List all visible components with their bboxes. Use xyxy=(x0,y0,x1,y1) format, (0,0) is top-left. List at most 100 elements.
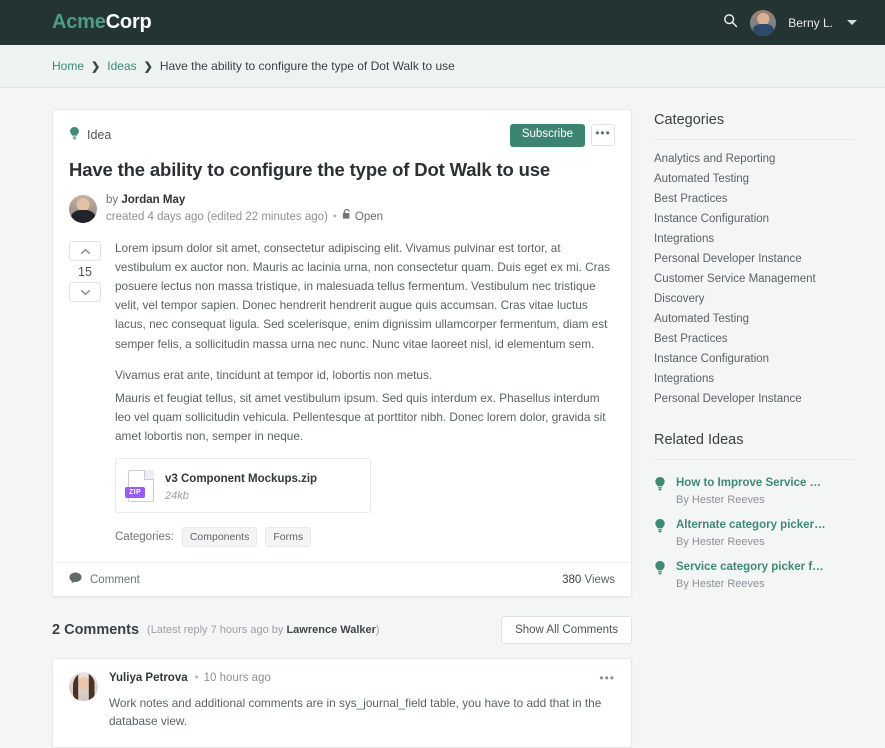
attachment-item[interactable]: ZIP v3 Component Mockups.zip 24kb xyxy=(115,458,371,514)
comment-separator: • xyxy=(194,672,199,685)
sidebar-item-category[interactable]: Integrations xyxy=(654,229,854,249)
subscribe-button[interactable]: Subscribe xyxy=(509,124,585,147)
status-label: Open xyxy=(354,210,384,223)
search-icon[interactable] xyxy=(723,13,738,33)
idea-paragraph: Mauris et feugiat tellus, sit amet vesti… xyxy=(115,390,606,443)
idea-type-badge: Idea xyxy=(69,126,112,144)
breadcrumb-item-ideas[interactable]: Ideas xyxy=(107,59,136,73)
attachment-name: v3 Component Mockups.zip xyxy=(165,473,318,486)
sidebar-item-category[interactable]: Integrations xyxy=(654,369,854,389)
chevron-down-icon[interactable] xyxy=(847,20,857,25)
idea-body-row: 15 Lorem ipsum dolor sit amet, consectet… xyxy=(69,239,615,562)
related-idea-title[interactable]: Service category picker for d… xyxy=(676,561,826,573)
vote-widget: 15 xyxy=(69,239,101,562)
idea-paragraph: Lorem ipsum dolor sit amet, consectetur … xyxy=(115,241,611,351)
category-tag[interactable]: Forms xyxy=(265,527,312,548)
related-ideas-section: Related Ideas How to Improve Service Del… xyxy=(654,432,854,598)
brand-name-primary: Acme xyxy=(52,11,106,33)
comments-meta-prefix: (Latest reply 7 hours ago by xyxy=(147,624,287,637)
zip-file-icon: ZIP xyxy=(125,469,154,502)
sidebar-item-category[interactable]: Instance Configuration xyxy=(654,349,854,369)
breadcrumb-item-current: Have the ability to configure the type o… xyxy=(159,59,455,73)
sidebar-item-category[interactable]: Customer Service Management xyxy=(654,269,854,289)
related-idea-title[interactable]: How to Improve Service Delivery xyxy=(676,477,826,489)
idea-card: Idea Subscribe ••• Have the ability to c… xyxy=(52,109,632,598)
sidebar-categories-title: Categories xyxy=(654,112,854,140)
vote-down-button[interactable] xyxy=(69,282,101,302)
sidebar-item-category[interactable]: Analytics and Reporting xyxy=(654,149,854,169)
sidebar-item-category[interactable]: Personal Developer Instance xyxy=(654,389,854,409)
breadcrumb-separator-icon: ❯ xyxy=(91,60,101,73)
username-label: Berny L. xyxy=(788,15,833,30)
comments-header: 2 Comments (Latest reply 7 hours ago by … xyxy=(52,616,632,645)
avatar[interactable] xyxy=(69,194,97,223)
idea-card-actions: Subscribe ••• xyxy=(509,124,615,147)
top-navigation-bar: AcmeCorp Berny L. xyxy=(0,0,885,45)
brand-name-secondary: Corp xyxy=(105,11,152,33)
lightbulb-icon xyxy=(654,561,666,581)
status-badge: Open xyxy=(342,208,384,226)
comment-time-value: 10 hours ago xyxy=(203,672,271,685)
brand-logo[interactable]: AcmeCorp xyxy=(52,11,152,34)
sidebar-item-category[interactable]: Best Practices xyxy=(654,189,854,209)
comment-author[interactable]: Yuliya Petrova xyxy=(109,672,188,684)
comment-text: Work notes and additional comments are i… xyxy=(109,696,602,729)
related-idea-author: By Hester Reeves xyxy=(676,494,765,506)
attachment-size: 24kb xyxy=(165,490,189,503)
idea-type-label: Idea xyxy=(87,128,112,143)
related-idea-title[interactable]: Alternate category picker for… xyxy=(676,519,826,531)
idea-card-body: Idea Subscribe ••• Have the ability to c… xyxy=(53,110,631,562)
related-idea-body: Alternate category picker for… By Hester… xyxy=(676,519,826,548)
chevron-up-icon xyxy=(80,242,91,260)
comment-bubble-icon xyxy=(69,572,82,587)
related-idea-item[interactable]: Alternate category picker for… By Hester… xyxy=(654,514,854,556)
comment-item: Yuliya Petrova • 10 hours ago ••• Work no… xyxy=(52,658,632,748)
related-idea-item[interactable]: Service category picker for d… By Hester… xyxy=(654,556,854,598)
comment-button[interactable]: Comment xyxy=(69,572,140,587)
author-name[interactable]: Jordan May xyxy=(121,194,185,206)
idea-byline: by Jordan May created 4 days ago (edited… xyxy=(69,192,615,227)
related-idea-item[interactable]: How to Improve Service Delivery By Heste… xyxy=(654,472,854,514)
related-ideas-list: How to Improve Service Delivery By Heste… xyxy=(654,472,854,598)
comments-meta-author[interactable]: Lawrence Walker xyxy=(286,624,375,636)
comment-content: Yuliya Petrova • 10 hours ago ••• Work no… xyxy=(109,672,615,731)
meta-separator: • xyxy=(332,210,337,223)
breadcrumb-item-home[interactable]: Home xyxy=(52,59,84,73)
author-prefix: by xyxy=(106,193,122,206)
vote-up-button[interactable] xyxy=(69,241,101,261)
sidebar: Categories Analytics and Reporting Autom… xyxy=(654,109,854,598)
main-column: Idea Subscribe ••• Have the ability to c… xyxy=(52,109,632,748)
sidebar-item-category[interactable]: Automated Testing xyxy=(654,169,854,189)
show-all-comments-button[interactable]: Show All Comments xyxy=(501,616,632,645)
breadcrumb-separator-icon: ❯ xyxy=(143,60,153,73)
unlock-icon xyxy=(342,208,351,226)
sidebar-item-category[interactable]: Automated Testing xyxy=(654,309,854,329)
chevron-down-icon xyxy=(80,283,91,301)
meta-line: created 4 days ago (edited 22 minutes ag… xyxy=(106,208,384,226)
avatar[interactable] xyxy=(69,672,98,702)
category-tag[interactable]: Components xyxy=(181,527,258,548)
related-idea-author: By Hester Reeves xyxy=(676,536,765,548)
related-idea-body: Service category picker for d… By Hester… xyxy=(676,561,826,590)
sidebar-item-category[interactable]: Best Practices xyxy=(654,329,854,349)
page-content: Idea Subscribe ••• Have the ability to c… xyxy=(0,88,885,748)
sidebar-item-category[interactable]: Instance Configuration xyxy=(654,209,854,229)
sidebar-item-category[interactable]: Discovery xyxy=(654,289,854,309)
zip-badge-label: ZIP xyxy=(125,486,146,498)
related-idea-body: How to Improve Service Delivery By Heste… xyxy=(676,477,826,506)
sidebar-categories-list: Analytics and Reporting Automated Testin… xyxy=(654,149,854,409)
lightbulb-icon xyxy=(654,519,666,539)
idea-categories: Categories: Components Forms xyxy=(115,527,615,562)
comments-count-title: 2 Comments xyxy=(52,622,140,639)
avatar[interactable] xyxy=(750,9,777,36)
more-options-button[interactable]: ••• xyxy=(591,124,615,147)
idea-card-footer: Comment 380 Views xyxy=(53,562,631,596)
vote-count: 15 xyxy=(78,265,92,279)
idea-description: Lorem ipsum dolor sit amet, consectetur … xyxy=(115,239,615,562)
comment-more-options-button[interactable]: ••• xyxy=(599,672,615,684)
sidebar-item-category[interactable]: Personal Developer Instance xyxy=(654,249,854,269)
comments-latest-reply: (Latest reply 7 hours ago by Lawrence Wa… xyxy=(147,624,380,636)
attachment-info: v3 Component Mockups.zip 24kb xyxy=(165,469,317,502)
breadcrumb: Home ❯ Ideas ❯ Have the ability to confi… xyxy=(0,45,885,88)
comments-meta-suffix: ) xyxy=(375,624,380,637)
